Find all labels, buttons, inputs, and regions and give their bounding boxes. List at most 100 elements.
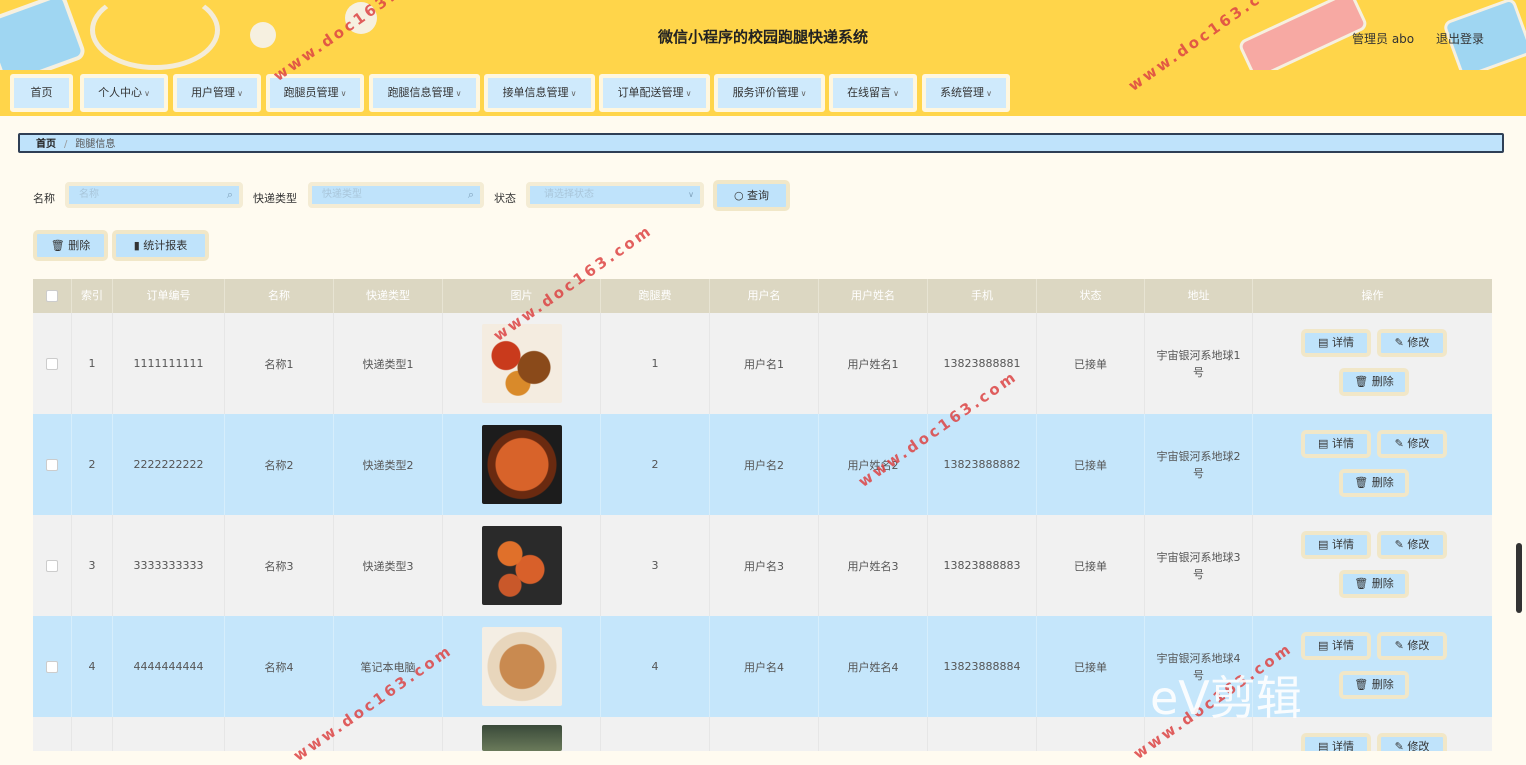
cell-index: 1 bbox=[72, 313, 113, 414]
food-thumbnail bbox=[481, 627, 562, 706]
detail-button[interactable]: ▤ 详情 bbox=[1301, 733, 1371, 751]
detail-button[interactable]: ▤ 详情 bbox=[1301, 329, 1371, 357]
select-all-cell bbox=[33, 279, 72, 313]
edit-button[interactable]: ✎ 修改 bbox=[1377, 531, 1447, 559]
nav-item-home[interactable]: 首页 bbox=[10, 74, 73, 112]
cell-image bbox=[443, 515, 601, 616]
table-header: 索引 订单编号 名称 快递类型 图片 跑腿费 用户名 用户姓名 手机 状态 地址… bbox=[33, 279, 1492, 313]
nav-item-user-mgmt[interactable]: 用户管理 ∨ bbox=[173, 74, 261, 112]
search-icon: ○ bbox=[733, 189, 744, 202]
row-checkbox[interactable] bbox=[46, 357, 58, 370]
cell-fee: 1 bbox=[601, 313, 710, 414]
col-header-name: 名称 bbox=[225, 279, 334, 313]
cell-name: 名称2 bbox=[225, 414, 334, 515]
col-header-phone: 手机 bbox=[928, 279, 1037, 313]
edit-label: 修改 bbox=[1407, 740, 1430, 751]
edit-button[interactable]: ✎ 修改 bbox=[1377, 733, 1447, 751]
edit-button[interactable]: ✎ 修改 bbox=[1377, 329, 1447, 357]
nav-item-order-accept[interactable]: 接单信息管理 ∨ bbox=[484, 74, 595, 112]
row-select-cell bbox=[33, 414, 72, 515]
cell-username bbox=[710, 717, 819, 751]
nav-label: 接单信息管理 bbox=[502, 86, 569, 99]
table-row: 1 1111111111 名称1 快递类型1 1 用户名1 用户姓名1 1382… bbox=[33, 313, 1492, 414]
cell-status bbox=[1037, 717, 1145, 751]
food-thumbnail bbox=[481, 526, 562, 605]
address-text: 宇宙银河系地球3号 bbox=[1156, 550, 1241, 581]
document-icon: ▤ bbox=[1318, 336, 1329, 349]
app-header: 微信小程序的校园跑腿快递系统 管理员 abo 退出登录 bbox=[0, 0, 1526, 72]
cell-address: 宇宙银河系地球2号 bbox=[1145, 414, 1253, 515]
nav-item-system[interactable]: 系统管理 ∨ bbox=[922, 74, 1010, 112]
nav-label: 订单配送管理 bbox=[617, 86, 684, 99]
name-input[interactable]: 名称 ⌕ bbox=[65, 182, 243, 208]
cell-name: 名称3 bbox=[225, 515, 334, 616]
chevron-down-icon: ∨ bbox=[340, 89, 347, 98]
cell-order-no: 2222222222 bbox=[113, 414, 225, 515]
delete-button[interactable]: 🗑 删除 bbox=[1339, 671, 1409, 699]
row-checkbox[interactable] bbox=[46, 458, 58, 471]
cell-index: 2 bbox=[72, 414, 113, 515]
query-button[interactable]: ○ 查询 bbox=[713, 180, 790, 211]
status-select[interactable]: 请选择状态 ∨ bbox=[526, 182, 704, 208]
cell-order-no: 3333333333 bbox=[113, 515, 225, 616]
pencil-icon: ✎ bbox=[1394, 538, 1404, 551]
bar-chart-icon: ▮ bbox=[133, 239, 140, 252]
row-checkbox[interactable] bbox=[46, 559, 58, 572]
nav-item-message[interactable]: 在线留言 ∨ bbox=[829, 74, 917, 112]
detail-button[interactable]: ▤ 详情 bbox=[1301, 531, 1371, 559]
trash-icon: 🗑 bbox=[1354, 375, 1369, 388]
chevron-down-icon: ∨ bbox=[570, 89, 577, 98]
delete-label: 删除 bbox=[1371, 375, 1394, 388]
detail-label: 详情 bbox=[1331, 740, 1354, 751]
page-scrollbar[interactable] bbox=[1516, 543, 1522, 613]
cell-fee: 2 bbox=[601, 414, 710, 515]
cell-image bbox=[443, 414, 601, 515]
cell-order-no bbox=[113, 717, 225, 751]
chevron-down-icon: ∨ bbox=[800, 89, 807, 98]
delete-button[interactable]: 🗑 删除 bbox=[1339, 368, 1409, 396]
cell-username: 用户名4 bbox=[710, 616, 819, 717]
delete-label: 删除 bbox=[1371, 678, 1394, 691]
status-placeholder: 请选择状态 bbox=[544, 189, 594, 200]
name-label: 名称 bbox=[33, 192, 55, 205]
select-all-checkbox[interactable] bbox=[46, 290, 58, 302]
nav-item-personal-center[interactable]: 个人中心 ∨ bbox=[80, 74, 168, 112]
main-nav: 首页 个人中心 ∨ 用户管理 ∨ 跑腿员管理 ∨ 跑腿信息管理 ∨ 接单信息管理 ∨ 订单… bbox=[0, 70, 1526, 116]
report-button[interactable]: ▮ 统计报表 bbox=[112, 230, 209, 261]
current-user: 管理员 abo bbox=[1352, 32, 1415, 46]
detail-button[interactable]: ▤ 详情 bbox=[1301, 632, 1371, 660]
row-checkbox[interactable] bbox=[46, 660, 58, 673]
breadcrumb-current: 跑腿信息 bbox=[75, 139, 116, 150]
search-icon: ⌕ bbox=[467, 188, 474, 201]
edit-button[interactable]: ✎ 修改 bbox=[1377, 632, 1447, 660]
cell-status: 已接单 bbox=[1037, 515, 1145, 616]
nav-item-errand-info[interactable]: 跑腿信息管理 ∨ bbox=[369, 74, 480, 112]
cell-username: 用户名2 bbox=[710, 414, 819, 515]
food-thumbnail bbox=[481, 425, 562, 504]
query-label: 查询 bbox=[747, 189, 770, 202]
cell-image bbox=[443, 717, 601, 751]
logout-link[interactable]: 退出登录 bbox=[1436, 30, 1484, 47]
edit-label: 修改 bbox=[1407, 538, 1430, 551]
detail-button[interactable]: ▤ 详情 bbox=[1301, 430, 1371, 458]
nav-label: 系统管理 bbox=[940, 86, 985, 99]
row-select-cell bbox=[33, 313, 72, 414]
chevron-down-icon: ∨ bbox=[685, 89, 692, 98]
name-placeholder: 名称 bbox=[79, 189, 99, 200]
document-icon: ▤ bbox=[1318, 639, 1329, 652]
col-header-type: 快递类型 bbox=[334, 279, 443, 313]
breadcrumb-home[interactable]: 首页 bbox=[36, 139, 56, 150]
type-input[interactable]: 快递类型 ⌕ bbox=[308, 182, 484, 208]
pencil-icon: ✎ bbox=[1394, 437, 1404, 450]
delete-button[interactable]: 🗑 删除 bbox=[1339, 469, 1409, 497]
nav-label: 跑腿信息管理 bbox=[387, 86, 454, 99]
edit-button[interactable]: ✎ 修改 bbox=[1377, 430, 1447, 458]
delete-label: 删除 bbox=[1371, 577, 1394, 590]
cell-status: 已接单 bbox=[1037, 313, 1145, 414]
nav-item-delivery[interactable]: 订单配送管理 ∨ bbox=[599, 74, 710, 112]
delete-button[interactable]: 🗑 删除 bbox=[1339, 570, 1409, 598]
detail-label: 详情 bbox=[1331, 437, 1354, 450]
nav-item-review[interactable]: 服务评价管理 ∨ bbox=[714, 74, 825, 112]
batch-delete-button[interactable]: 🗑 删除 bbox=[33, 230, 108, 261]
detail-label: 详情 bbox=[1331, 639, 1354, 652]
